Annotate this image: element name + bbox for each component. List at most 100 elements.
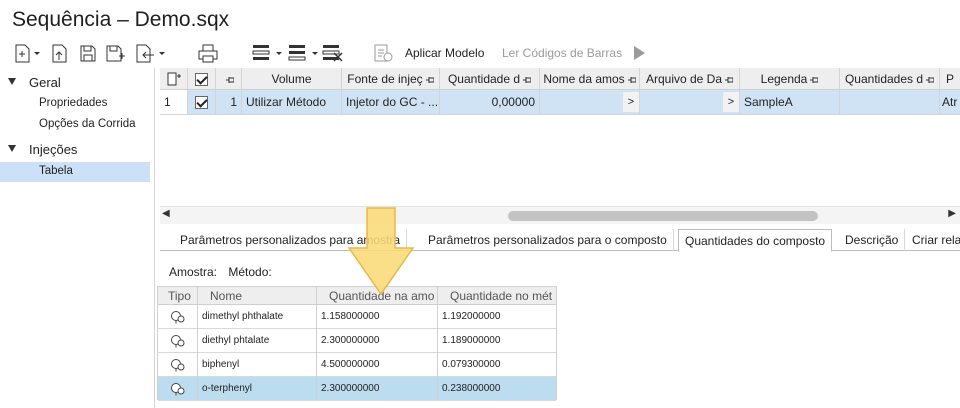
read-barcodes-button[interactable]: Ler Códigos de Barras bbox=[502, 46, 622, 60]
compound-icon bbox=[171, 311, 185, 324]
new-document-button[interactable] bbox=[12, 42, 42, 64]
horizontal-scrollbar[interactable]: ◀ ▶ bbox=[160, 206, 960, 224]
insert-rows-button[interactable] bbox=[250, 42, 284, 64]
sidebar-group-injecoes[interactable]: Injeções bbox=[0, 139, 150, 159]
table-row[interactable]: o-terphenyl 2.300000000 0.238000000 bbox=[158, 377, 556, 401]
scroll-left-icon[interactable]: ◀ bbox=[162, 208, 170, 219]
header-sample-quantity[interactable]: Quantidade na amo bbox=[317, 287, 438, 305]
row-checkbox[interactable] bbox=[188, 90, 216, 115]
cell-sample-quantity[interactable]: 2.300000000 bbox=[317, 329, 438, 353]
save-button[interactable] bbox=[78, 42, 98, 64]
header-method-quantity[interactable]: Quantidade no mét bbox=[438, 287, 556, 305]
cell-type bbox=[158, 329, 198, 353]
export-button[interactable] bbox=[134, 42, 168, 64]
header-sample-name[interactable]: Nome da amos bbox=[540, 68, 640, 90]
print-button[interactable] bbox=[196, 42, 220, 64]
sidebar-group-geral[interactable]: Geral bbox=[0, 72, 150, 92]
header-type[interactable]: Tipo bbox=[158, 287, 198, 305]
row-index: 1 bbox=[216, 90, 242, 115]
tab-sample-custom-params[interactable]: Parâmetros personalizados para amostra bbox=[174, 229, 408, 251]
table-row[interactable]: diethyl phtalate 2.300000000 1.189000000 bbox=[158, 329, 556, 353]
save-icon bbox=[80, 45, 96, 62]
open-file-icon bbox=[52, 44, 67, 63]
compound-icon bbox=[171, 335, 185, 348]
header-more[interactable]: P bbox=[940, 68, 960, 90]
append-rows-button[interactable] bbox=[286, 42, 320, 64]
header-data-file[interactable]: Arquivo de Da bbox=[640, 68, 740, 90]
cell-injection-source[interactable]: Injetor do GC - ... bbox=[342, 90, 440, 115]
apply-model-button[interactable]: Aplicar Modelo bbox=[405, 46, 484, 60]
cell-sample-quantity[interactable]: 1.158000000 bbox=[317, 305, 438, 329]
add-column-button[interactable] bbox=[160, 68, 188, 90]
insert-rows-icon bbox=[252, 45, 282, 60]
template-icon bbox=[374, 44, 393, 62]
run-button[interactable] bbox=[630, 42, 648, 64]
cell-quantities[interactable] bbox=[840, 90, 940, 115]
header-index-column[interactable] bbox=[216, 68, 242, 90]
header-injection-source[interactable]: Fonte de injeç bbox=[342, 68, 440, 90]
open-button[interactable] bbox=[50, 42, 70, 64]
cell-quantity[interactable]: 0,00000 bbox=[440, 90, 540, 115]
sidebar-item-tabela[interactable]: Tabela bbox=[0, 162, 150, 182]
cell-legend[interactable]: SampleA bbox=[740, 90, 840, 115]
tab-compound-quantities[interactable]: Quantidades do composto bbox=[678, 229, 833, 252]
cell-data-file[interactable]: > bbox=[640, 90, 740, 115]
grid-header: Volume Fonte de injeç Quantidade d Nome … bbox=[160, 68, 960, 90]
compound-icon bbox=[171, 359, 185, 372]
play-icon bbox=[634, 46, 645, 60]
table-row[interactable]: 1 1 Utilizar Método Injetor do GC - ... … bbox=[160, 90, 960, 115]
cell-method-quantity[interactable]: 1.192000000 bbox=[438, 305, 556, 329]
collapse-triangle-icon[interactable] bbox=[8, 145, 16, 152]
tab-bar: Parâmetros personalizados para amostra P… bbox=[160, 229, 960, 252]
cell-method-quantity[interactable]: 0.238000000 bbox=[438, 377, 556, 401]
header-volume[interactable]: Volume bbox=[242, 68, 342, 90]
table-row[interactable]: dimethyl phthalate 1.158000000 1.1920000… bbox=[158, 305, 556, 329]
cell-sample-quantity[interactable]: 4.500000000 bbox=[317, 353, 438, 377]
pin-icon bbox=[810, 76, 819, 83]
add-column-icon bbox=[167, 72, 181, 86]
cell-more[interactable]: Atr bbox=[940, 90, 960, 115]
browse-button[interactable]: > bbox=[623, 92, 639, 112]
export-icon bbox=[136, 44, 165, 63]
cell-name[interactable]: diethyl phtalate bbox=[198, 329, 317, 353]
sidebar-item-label: Tabela bbox=[39, 165, 73, 177]
table-row[interactable]: biphenyl 4.500000000 0.079300000 bbox=[158, 353, 556, 377]
row-number: 1 bbox=[160, 90, 188, 115]
tab-description[interactable]: Descrição bbox=[839, 229, 906, 251]
new-document-icon bbox=[15, 44, 40, 63]
sidebar-group-label: Injeções bbox=[29, 142, 78, 157]
cell-sample-name[interactable]: > bbox=[540, 90, 640, 115]
sidebar-item-label: Opções da Corrida bbox=[39, 118, 136, 130]
pin-icon bbox=[627, 76, 636, 83]
scroll-right-icon[interactable]: ▶ bbox=[948, 208, 956, 219]
header-select-all-checkbox[interactable] bbox=[188, 68, 216, 90]
scrollbar-thumb[interactable] bbox=[508, 211, 818, 221]
compound-table-header: Tipo Nome Quantidade na amo Quantidade n… bbox=[158, 287, 556, 305]
compound-quantities-table: Tipo Nome Quantidade na amo Quantidade n… bbox=[157, 286, 557, 401]
header-quantity[interactable]: Quantidade d bbox=[440, 68, 540, 90]
pin-icon bbox=[425, 76, 434, 83]
cell-method-quantity[interactable]: 1.189000000 bbox=[438, 329, 556, 353]
collapse-triangle-icon[interactable] bbox=[8, 78, 16, 85]
tab-create-relation[interactable]: Criar rela bbox=[906, 229, 960, 251]
sample-method-info: Amostra: Método: bbox=[169, 265, 272, 279]
browse-button[interactable]: > bbox=[723, 92, 739, 112]
header-legend[interactable]: Legenda bbox=[740, 68, 840, 90]
sidebar-item-propriedades[interactable]: Propriedades bbox=[0, 94, 150, 114]
save-as-button[interactable] bbox=[104, 42, 126, 64]
cell-name[interactable]: biphenyl bbox=[198, 353, 317, 377]
apply-model-icon-button[interactable] bbox=[370, 42, 396, 64]
header-quantities[interactable]: Quantidades d bbox=[840, 68, 940, 90]
header-name[interactable]: Nome bbox=[198, 287, 317, 305]
sidebar-item-opcoes-da-corrida[interactable]: Opções da Corrida bbox=[0, 115, 150, 135]
save-as-icon bbox=[106, 45, 125, 62]
sidebar: Geral Propriedades Opções da Corrida Inj… bbox=[0, 68, 155, 408]
pin-icon bbox=[926, 76, 935, 83]
cell-volume[interactable]: Utilizar Método bbox=[242, 90, 342, 115]
cell-name[interactable]: o-terphenyl bbox=[198, 377, 317, 401]
cell-sample-quantity[interactable]: 2.300000000 bbox=[317, 377, 438, 401]
tab-compound-custom-params[interactable]: Parâmetros personalizados para o compost… bbox=[422, 229, 674, 251]
cell-method-quantity[interactable]: 0.079300000 bbox=[438, 353, 556, 377]
delete-rows-button[interactable] bbox=[320, 42, 346, 64]
cell-name[interactable]: dimethyl phthalate bbox=[198, 305, 317, 329]
